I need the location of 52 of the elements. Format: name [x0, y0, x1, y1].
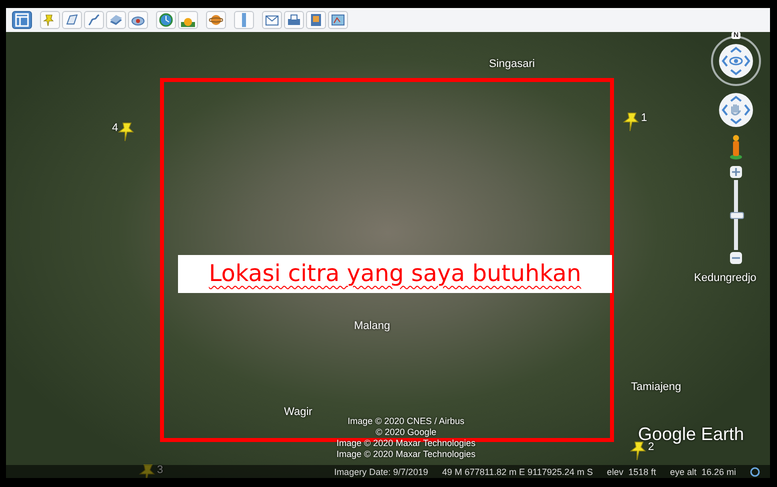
place-label: Kedungredjo: [694, 272, 756, 284]
eye-altitude-text: eye alt 16.26 mi: [670, 466, 736, 476]
save-image-button[interactable]: [306, 11, 326, 29]
placemark-button[interactable]: [40, 11, 60, 29]
imagery-date: Imagery Date: 9/7/2019: [334, 466, 428, 476]
hand-icon[interactable]: [718, 92, 754, 128]
sidebar-icon: [15, 13, 29, 27]
ruler-button[interactable]: [234, 11, 254, 29]
place-label: Wagir: [284, 406, 312, 418]
place-label: Singasari: [489, 58, 535, 70]
path-icon: [87, 13, 101, 27]
polygon-button[interactable]: [62, 11, 82, 29]
pin-label: 1: [641, 112, 648, 124]
coordinates-text: 49 M 677811.82 m E 9117925.24 m S: [442, 466, 593, 476]
eye-icon: [718, 43, 754, 79]
maps-button[interactable]: [328, 11, 348, 29]
callout-text: Lokasi citra yang saya butuhkan: [208, 261, 582, 287]
circle-icon: [750, 466, 760, 476]
history-button[interactable]: [156, 11, 176, 29]
pin-label: 2: [648, 441, 654, 453]
zoom-slider[interactable]: [730, 166, 742, 264]
place-label: Malang: [354, 320, 390, 332]
pushpin-icon[interactable]: [118, 122, 136, 142]
attribution-text: Image © 2020 Maxar Technologies: [336, 449, 476, 460]
slider-thumb[interactable]: [730, 212, 744, 219]
tour-button[interactable]: [128, 11, 148, 29]
pin-label: 3: [157, 464, 164, 476]
pushpin-icon[interactable]: [623, 112, 641, 132]
path-button[interactable]: [84, 11, 104, 29]
printer-icon: [287, 13, 301, 27]
image-icon: [309, 13, 323, 27]
email-button[interactable]: [262, 11, 282, 29]
person-icon[interactable]: [728, 134, 744, 160]
polygon-icon: [65, 13, 79, 27]
sidebar-button[interactable]: [12, 11, 32, 29]
envelope-icon: [265, 13, 279, 27]
zoom-out-icon[interactable]: [730, 252, 742, 264]
pin-label: 4: [112, 122, 118, 134]
print-button[interactable]: [284, 11, 304, 29]
elevation-text: elev 1518 ft: [606, 466, 656, 476]
sun-button[interactable]: [178, 11, 198, 29]
clock-icon: [159, 13, 173, 27]
overlay-icon: [109, 13, 123, 27]
attribution-text: © 2020 Google: [376, 427, 436, 438]
attribution-text: Image © 2020 CNES / Airbus: [348, 416, 464, 427]
planet-button[interactable]: [206, 11, 226, 29]
place-label: Tamiajeng: [631, 381, 682, 393]
map-icon: [331, 13, 345, 27]
planet-icon: [209, 13, 223, 27]
zoom-in-icon[interactable]: [730, 166, 742, 178]
overlay-button[interactable]: [106, 11, 126, 29]
logo-text: Google Earth: [638, 424, 744, 444]
